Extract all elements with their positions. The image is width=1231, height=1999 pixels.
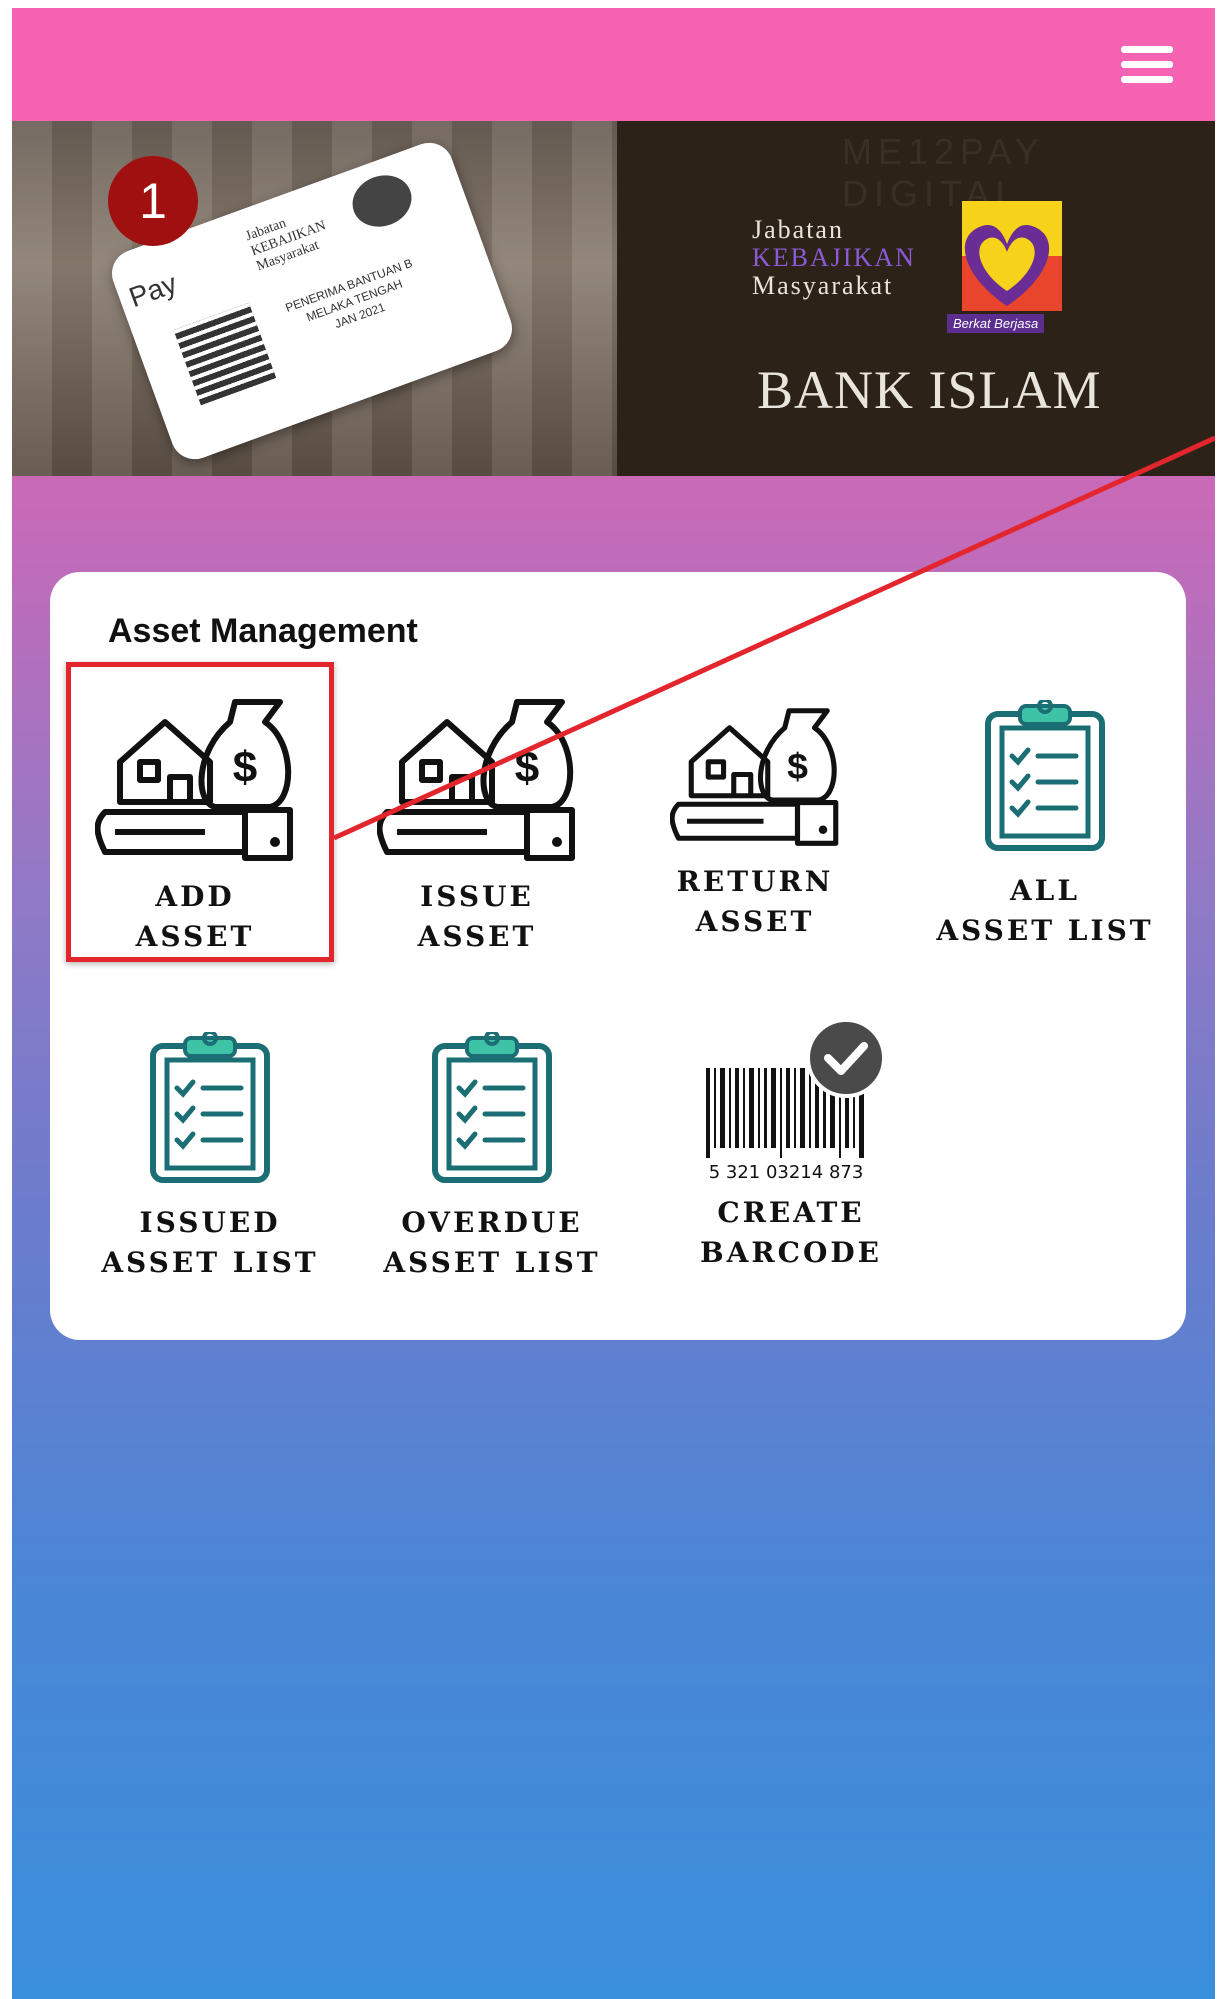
tile-label: OVERDUE ASSET LIST (383, 1206, 601, 1279)
svg-text:$: $ (787, 745, 808, 787)
hamburger-menu-icon[interactable] (1121, 46, 1173, 86)
clipboard-list-icon (150, 1030, 270, 1183)
tile-label: ALL ASSET LIST (936, 874, 1154, 947)
jkm-logo-icon (962, 201, 1062, 311)
tutorial-highlight-box (66, 662, 334, 962)
barcode-check-icon: 5 321 03214 873 (706, 1018, 886, 1183)
asset-hand-icon: $ (669, 708, 839, 846)
tile-label: CREATE BARCODE (700, 1196, 882, 1269)
issue-asset-button[interactable]: $ ISSUE ASSET (372, 682, 582, 957)
overdue-asset-list-button[interactable]: OVERDUE ASSET LIST (372, 1030, 612, 1283)
clipboard-list-icon (985, 698, 1105, 851)
tile-label: ISSUED ASSET LIST (101, 1206, 319, 1279)
create-barcode-button[interactable]: 5 321 03214 873 CREATE BARCODE (686, 1018, 896, 1273)
tile-label: ISSUE ASSET (417, 880, 537, 953)
app-screen: Pay Jabatan KEBAJIKAN Masyarakat PENERIM… (12, 8, 1215, 1999)
tile-label: RETURN ASSET (676, 865, 834, 938)
qr-code-icon (173, 302, 277, 406)
banner-photo: Pay Jabatan KEBAJIKAN Masyarakat PENERIM… (12, 121, 617, 476)
jkm-wordmark: Jabatan KEBAJIKAN Masyarakat (752, 215, 916, 300)
top-app-bar (12, 8, 1215, 121)
asset-hand-icon: $ (376, 699, 575, 861)
svg-text:$: $ (515, 743, 539, 792)
issued-asset-list-button[interactable]: ISSUED ASSET LIST (90, 1030, 330, 1283)
jkm-tagline: Berkat Berjasa (947, 314, 1045, 333)
return-asset-button[interactable]: $ RETURN ASSET (660, 692, 850, 942)
step-number-badge: 1 (108, 156, 198, 246)
card-recipient-text: PENERIMA BANTUAN B MELAKA TENGAH JAN 202… (283, 255, 415, 332)
bank-islam-wordmark: BANK ISLAM (757, 360, 1102, 420)
all-asset-list-button[interactable]: ALL ASSET LIST (930, 698, 1160, 951)
hero-banner: Pay Jabatan KEBAJIKAN Masyarakat PENERIM… (12, 121, 1215, 476)
card-brand-text: Pay (124, 267, 181, 314)
clipboard-list-icon (432, 1030, 552, 1183)
card-org-text: Jabatan KEBAJIKAN Masyarakat (243, 215, 329, 275)
panel-title: Asset Management (108, 612, 418, 650)
svg-text:5 321 03214 873: 5 321 03214 873 (709, 1162, 864, 1183)
